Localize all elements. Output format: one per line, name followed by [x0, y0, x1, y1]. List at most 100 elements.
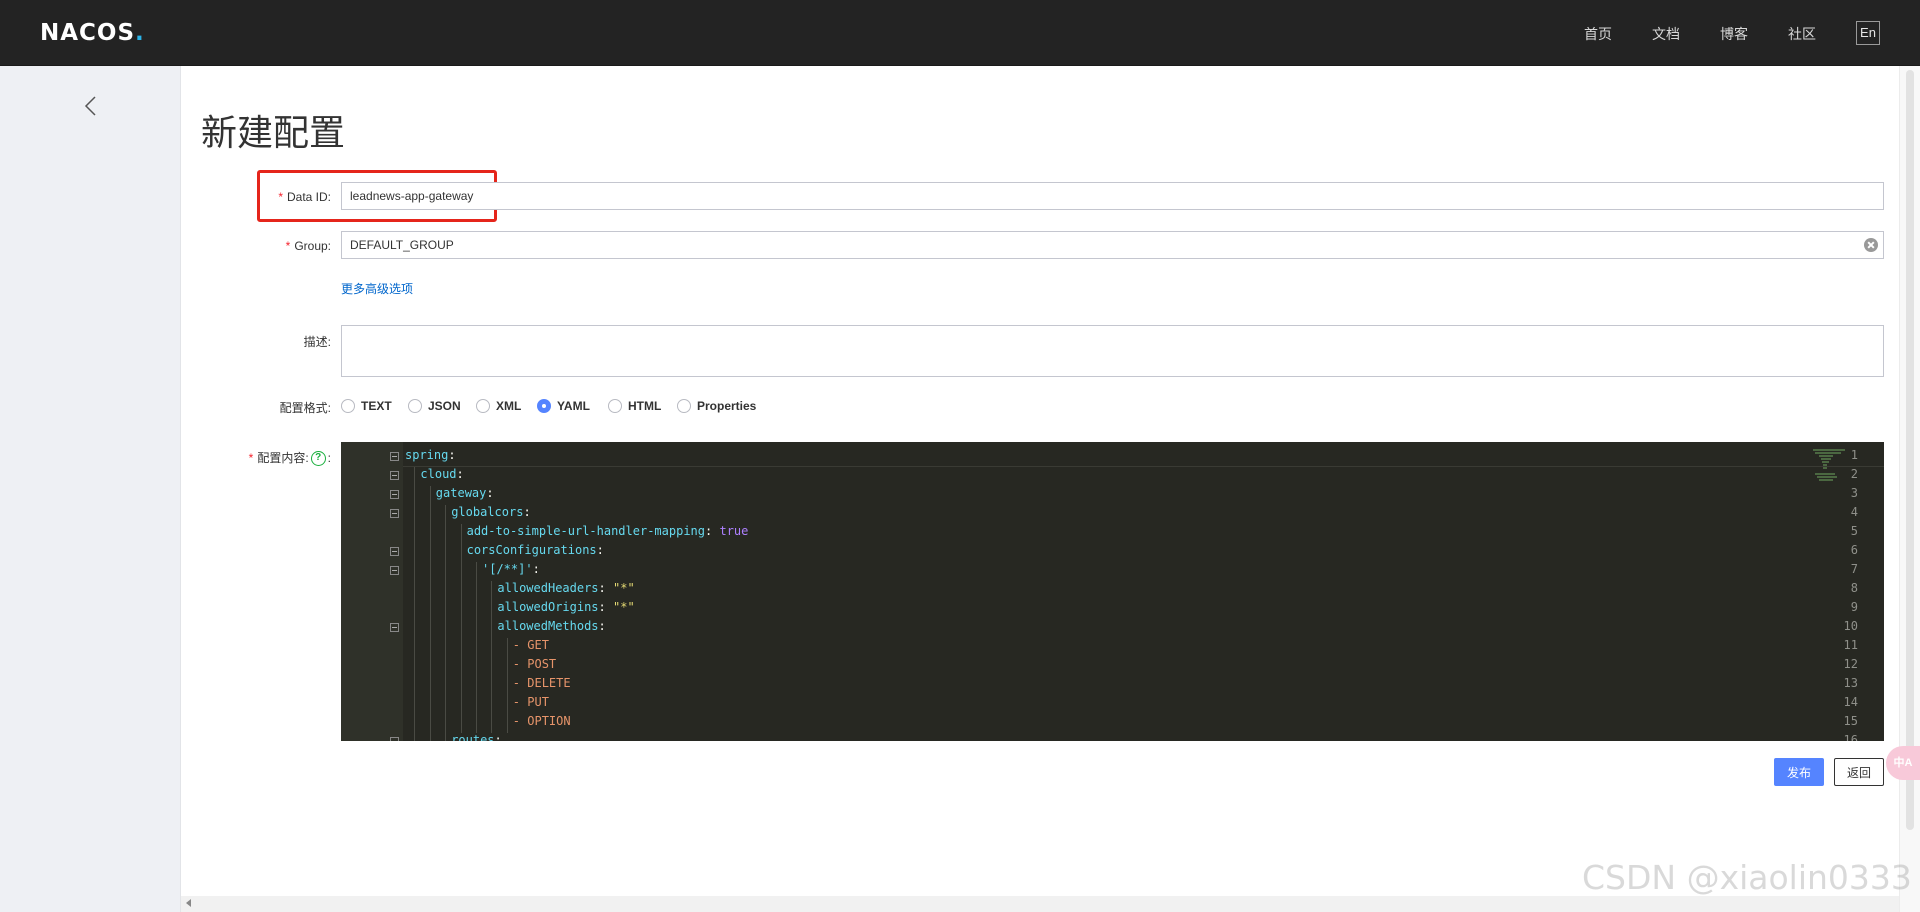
config-content-editor[interactable]: 1 spring: 2 cloud: 3 gateway: 4 globalcors: 5 add… — [341, 442, 1884, 741]
back-button[interactable]: 返回 — [1834, 758, 1884, 786]
indent-guide — [460, 657, 462, 676]
data-id-input[interactable] — [341, 182, 1884, 210]
indent-guide — [429, 714, 431, 733]
indent-guide — [506, 657, 508, 676]
line-number: 14 — [1843, 695, 1858, 709]
main-content: 新建配置 *Data ID: *Group: 更多高级选项 描述: 配置格式: … — [181, 66, 1899, 896]
yaml-value: true — [719, 524, 749, 538]
indent-guide — [460, 543, 462, 562]
indent-guide — [429, 638, 431, 657]
indent-guide — [414, 524, 416, 543]
code-line: - GET — [513, 638, 549, 652]
radio-circle — [677, 399, 691, 413]
indent-guide — [414, 638, 416, 657]
scrollbar-thumb[interactable] — [1906, 70, 1914, 830]
indent-guide — [491, 581, 493, 600]
indent-guide — [414, 733, 416, 741]
indent-guide — [491, 714, 493, 733]
indent-guide — [429, 562, 431, 581]
line-number: 1 — [1850, 448, 1858, 462]
indent-guide — [429, 543, 431, 562]
indent-guide — [506, 714, 508, 733]
fold-toggle-icon[interactable] — [390, 623, 399, 632]
fold-toggle-icon[interactable] — [390, 566, 399, 575]
advanced-options-link[interactable]: 更多高级选项 — [341, 280, 413, 297]
sidebar — [0, 66, 181, 912]
code-line: - PUT — [513, 695, 549, 709]
indent-guide — [445, 695, 447, 714]
line-number: 9 — [1850, 600, 1858, 614]
logo-text: NACOS — [40, 20, 136, 46]
line-number: 13 — [1843, 676, 1858, 690]
yaml-value: DELETE — [527, 676, 571, 690]
code-line: gateway: — [436, 486, 494, 500]
line-number: 7 — [1850, 562, 1858, 576]
indent-guide — [460, 581, 462, 600]
yaml-value: "*" — [613, 600, 635, 614]
code-line: allowedOrigins: "*" — [497, 600, 634, 614]
vertical-scrollbar[interactable] — [1899, 66, 1920, 912]
yaml-separator: : — [705, 524, 720, 538]
yaml-key: allowedHeaders — [497, 581, 599, 595]
fold-toggle-icon[interactable] — [390, 737, 399, 741]
code-line: - POST — [513, 657, 556, 671]
language-switch-button[interactable]: En — [1856, 21, 1880, 45]
nav-community[interactable]: 社区 — [1788, 24, 1816, 44]
clear-icon[interactable] — [1864, 238, 1878, 252]
help-icon[interactable]: ? — [310, 451, 326, 467]
page-title: 新建配置 — [201, 112, 346, 153]
fold-toggle-icon[interactable] — [390, 547, 399, 556]
scroll-left-arrow-icon[interactable] — [186, 899, 191, 907]
fold-toggle-icon[interactable] — [390, 490, 399, 499]
indent-guide — [506, 695, 508, 714]
yaml-key: '[/**]' — [482, 562, 533, 576]
radio-circle-selected — [537, 399, 551, 413]
indent-guide — [414, 543, 416, 562]
indent-guide — [445, 505, 447, 524]
fold-toggle-icon[interactable] — [390, 452, 399, 461]
line-number: 3 — [1850, 486, 1858, 500]
chevron-left-icon[interactable] — [80, 94, 104, 118]
line-number: 5 — [1850, 524, 1858, 538]
indent-guide — [414, 505, 416, 524]
indent-guide — [460, 562, 462, 581]
active-line-highlight — [403, 448, 1884, 467]
indent-guide — [429, 733, 431, 741]
nacos-logo[interactable]: NACOS. — [40, 20, 145, 46]
indent-guide — [414, 600, 416, 619]
nav-docs[interactable]: 文档 — [1652, 24, 1680, 44]
publish-button[interactable]: 发布 — [1774, 758, 1824, 786]
indent-guide — [476, 600, 477, 619]
fold-toggle-icon[interactable] — [390, 509, 399, 518]
yaml-value: PUT — [527, 695, 549, 709]
indent-guide — [445, 676, 447, 695]
indent-guide — [445, 733, 447, 741]
yaml-list-dash: - — [512, 676, 528, 690]
yaml-separator: : — [598, 581, 613, 595]
group-input[interactable] — [341, 231, 1884, 259]
yaml-value: POST — [527, 657, 557, 671]
nav-home[interactable]: 首页 — [1584, 24, 1612, 44]
code-line: allowedHeaders: "*" — [497, 581, 634, 595]
line-number: 8 — [1850, 581, 1858, 595]
horizontal-scrollbar[interactable] — [181, 896, 1899, 912]
yaml-key: allowedMethods — [497, 619, 599, 633]
logo-dot: . — [135, 20, 145, 46]
indent-guide — [429, 619, 431, 638]
yaml-value: GET — [527, 638, 549, 652]
indent-guide — [491, 619, 493, 638]
radio-circle — [608, 399, 622, 413]
code-line: add-to-simple-url-handler-mapping: true — [467, 524, 749, 538]
description-textarea[interactable] — [341, 325, 1884, 377]
yaml-separator: : — [456, 467, 464, 481]
indent-guide — [414, 714, 416, 733]
nav-blog[interactable]: 博客 — [1720, 24, 1748, 44]
yaml-separator: : — [596, 543, 604, 557]
fold-toggle-icon[interactable] — [390, 471, 399, 480]
indent-guide — [429, 486, 431, 505]
translate-float-button[interactable]: 中A — [1886, 746, 1920, 780]
format-label: 配置格式: — [279, 401, 331, 415]
indent-guide — [476, 619, 477, 638]
indent-guide — [491, 600, 493, 619]
indent-guide — [491, 657, 493, 676]
